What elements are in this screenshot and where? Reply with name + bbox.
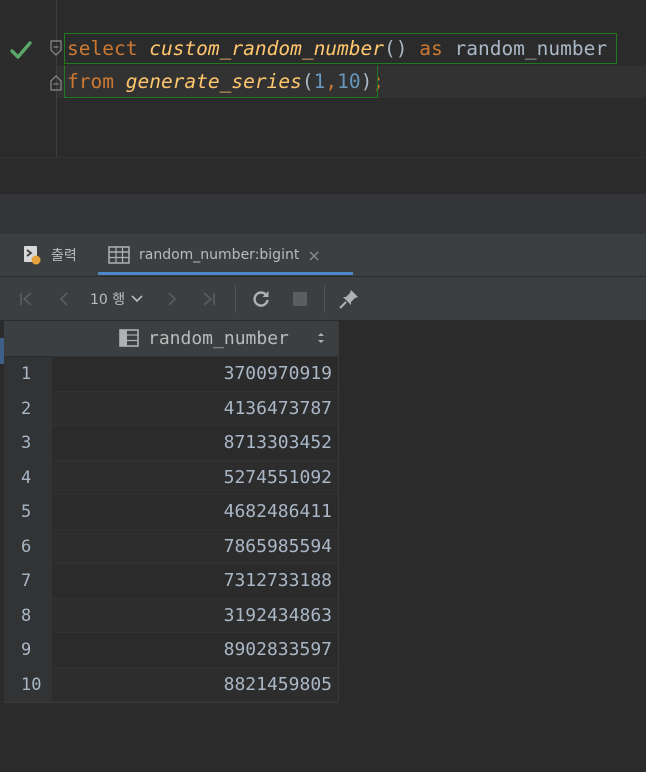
stop-icon[interactable]	[288, 277, 312, 320]
toolbar-divider	[324, 285, 325, 313]
prev-page-icon[interactable]	[52, 277, 76, 320]
page-size-dropdown[interactable]: 10 행	[90, 277, 144, 320]
row-number[interactable]: 4	[4, 460, 52, 495]
close-icon[interactable]: ×	[307, 246, 320, 265]
row-number[interactable]: 10	[4, 667, 52, 702]
row-number[interactable]: 6	[4, 529, 52, 564]
cell-random-number[interactable]: 5274551092	[52, 460, 338, 495]
grid-corner[interactable]	[4, 321, 52, 356]
cell-random-number[interactable]: 8902833597	[52, 633, 338, 668]
grid-border	[4, 702, 338, 703]
output-icon	[24, 246, 41, 265]
toolbar-divider	[235, 285, 236, 313]
row-number[interactable]: 7	[4, 564, 52, 599]
cell-random-number[interactable]: 3700970919	[52, 357, 338, 392]
statement-highlight-top	[64, 33, 617, 64]
table-row[interactable]: 1 3700970919	[4, 357, 338, 392]
tab-result[interactable]: random_number:bigint ×	[108, 234, 331, 276]
table-row[interactable]: 6 7865985594	[4, 529, 338, 564]
results-toolbar: 10 행	[0, 277, 646, 321]
table-row[interactable]: 2 4136473787	[4, 391, 338, 426]
rows-count-label: 10 행	[90, 291, 126, 308]
column-header-label: random_number	[148, 328, 289, 349]
cell-random-number[interactable]: 4136473787	[52, 391, 338, 426]
row-number[interactable]: 9	[4, 633, 52, 668]
fold-start-icon[interactable]	[49, 40, 63, 58]
table-row[interactable]: 5 4682486411	[4, 495, 338, 530]
cell-random-number[interactable]: 7865985594	[52, 529, 338, 564]
cell-random-number[interactable]: 8713303452	[52, 426, 338, 461]
cell-random-number[interactable]: 3192434863	[52, 598, 338, 633]
tab-output[interactable]: 출력	[22, 234, 77, 276]
tab-result-label: random_number:bigint	[139, 247, 300, 263]
active-tab-indicator	[98, 272, 353, 275]
last-page-icon[interactable]	[197, 277, 221, 320]
editor-padding	[0, 158, 646, 194]
grid-border	[338, 321, 339, 702]
fold-end-icon[interactable]	[49, 73, 63, 91]
results-tab-bar: 출력 random_number:bigint ×	[0, 234, 646, 277]
next-page-icon[interactable]	[160, 277, 184, 320]
pin-icon[interactable]	[336, 277, 362, 320]
sql-editor[interactable]: select custom_random_number() as random_…	[0, 0, 646, 157]
table-row[interactable]: 8 3192434863	[4, 598, 338, 633]
table-row[interactable]: 4 5274551092	[4, 460, 338, 495]
checkmark-icon	[10, 41, 32, 59]
row-number[interactable]: 1	[4, 357, 52, 392]
refresh-icon[interactable]	[248, 277, 274, 320]
table-icon	[108, 246, 130, 264]
first-page-icon[interactable]	[14, 277, 38, 320]
table-row[interactable]: 10 8821459805	[4, 667, 338, 702]
row-number[interactable]: 3	[4, 426, 52, 461]
panel-splitter[interactable]	[0, 194, 646, 234]
row-number[interactable]: 2	[4, 391, 52, 426]
row-number[interactable]: 8	[4, 598, 52, 633]
tab-output-label: 출력	[51, 248, 77, 264]
chevron-down-icon	[131, 294, 143, 302]
cell-random-number[interactable]: 7312733188	[52, 564, 338, 599]
sort-icon[interactable]	[316, 330, 326, 346]
row-number[interactable]: 5	[4, 495, 52, 530]
cell-random-number[interactable]: 8821459805	[52, 667, 338, 702]
statement-highlight-bottom	[64, 65, 378, 98]
table-row[interactable]: 9 8902833597	[4, 633, 338, 668]
table-row[interactable]: 7 7312733188	[4, 564, 338, 599]
cell-random-number[interactable]: 4682486411	[52, 495, 338, 530]
table-row[interactable]: 3 8713303452	[4, 426, 338, 461]
column-icon	[119, 329, 139, 347]
